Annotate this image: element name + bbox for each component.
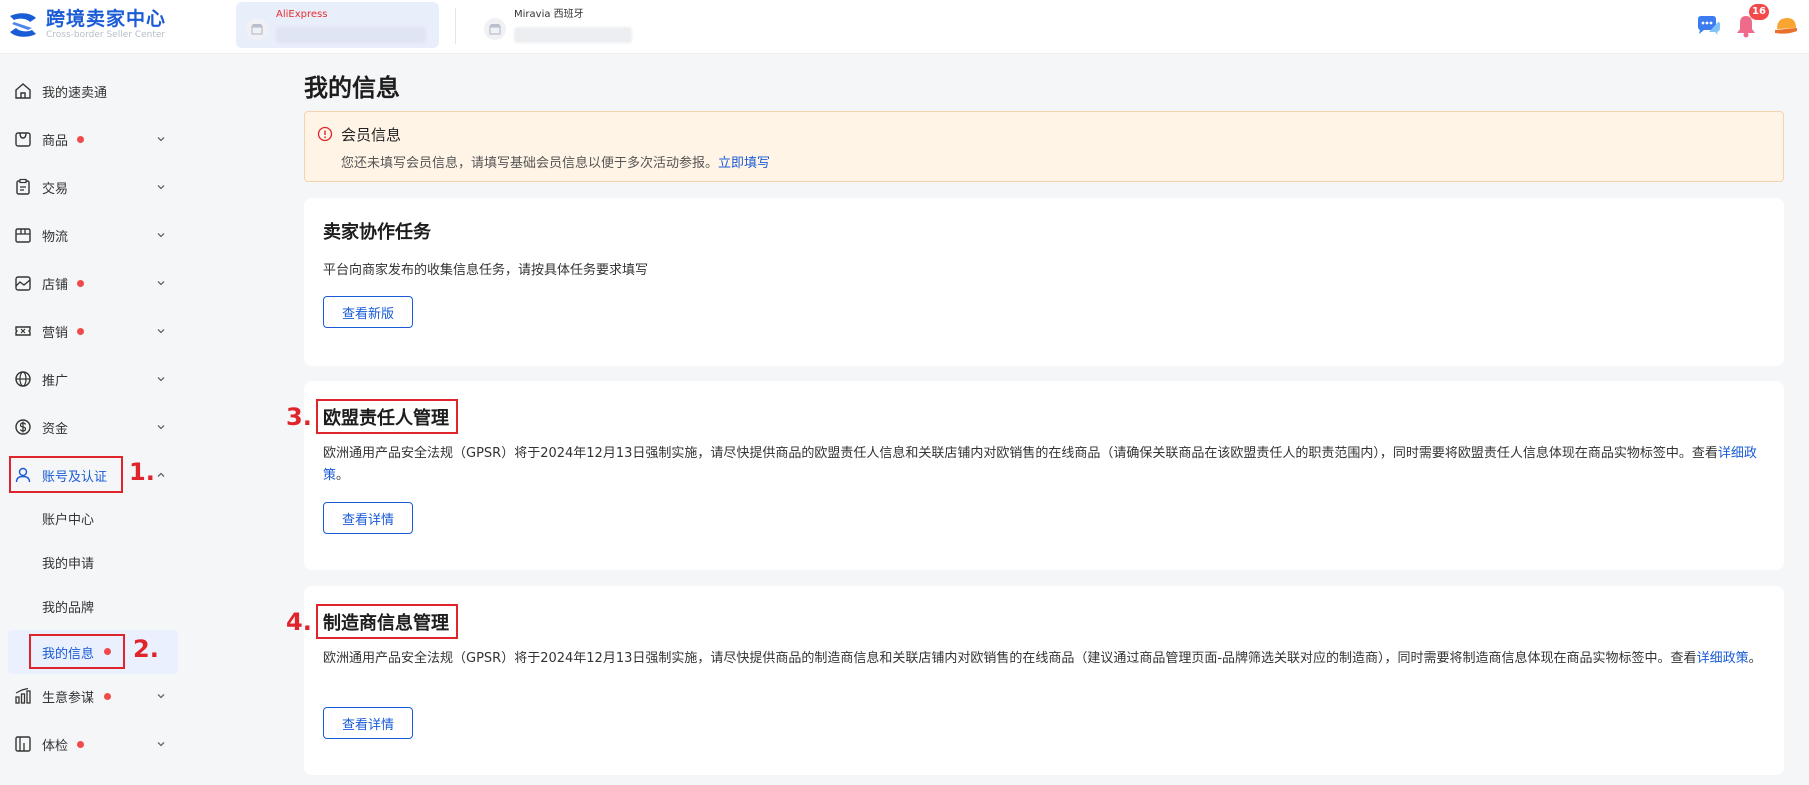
red-dot-indicator	[77, 741, 84, 748]
seller-task-card: 卖家协作任务 平台向商家发布的收集信息任务，请按具体任务要求填写 查看新版	[304, 198, 1784, 366]
box-icon	[15, 228, 31, 243]
sidebar-item-label: 生意参谋	[42, 690, 95, 706]
store-icon	[484, 18, 506, 40]
alert-title: 会员信息	[341, 126, 402, 144]
logo-mark-icon	[10, 12, 36, 37]
warning-circle-icon	[317, 126, 333, 142]
sidebar-item-label: 资金	[42, 421, 69, 437]
clipboard-icon	[16, 178, 30, 195]
chevron-down-icon	[157, 233, 165, 238]
sidebar-subitem-label: 我的申请	[42, 556, 95, 572]
annotation-marker-1: 1.	[129, 458, 155, 486]
chevron-down-icon	[157, 377, 165, 382]
sidebar-item-checkup[interactable]: 体检	[0, 726, 186, 762]
view-details-button[interactable]: 查看详情	[323, 502, 413, 534]
sidebar-item-home[interactable]: 我的速卖通	[0, 73, 186, 109]
sidebar-subitem-label: 账户中心	[42, 512, 95, 528]
member-info-alert: 会员信息 您还未填写会员信息，请填写基础会员信息以便于多次活动参报。立即填写	[304, 111, 1784, 182]
notification-badge: 16	[1749, 4, 1769, 20]
chevron-down-icon	[157, 694, 165, 699]
sidebar-item-orders[interactable]: 交易	[0, 169, 186, 205]
alert-message: 您还未填写会员信息，请填写基础会员信息以便于多次活动参报。	[341, 156, 719, 171]
card-description: 欧洲通用产品安全法规（GPSR）将于2024年12月13日强制实施，请尽快提供商…	[323, 648, 1763, 670]
card-title: 卖家协作任务	[323, 222, 431, 243]
card-description: 平台向商家发布的收集信息任务，请按具体任务要求填写	[323, 263, 649, 278]
chevron-down-icon	[157, 137, 165, 142]
card-description: 欧洲通用产品安全法规（GPSR）将于2024年12月13日强制实施，请尽快提供商…	[323, 443, 1763, 487]
annotation-marker-2: 2.	[133, 635, 159, 663]
divider	[455, 8, 456, 44]
card-description-suffix: 。	[336, 468, 350, 483]
red-dot-indicator	[77, 136, 84, 143]
user-avatar-icon[interactable]	[1773, 13, 1799, 39]
sidebar-item-logistics[interactable]: 物流	[0, 217, 186, 253]
sidebar-subitem-my-brands[interactable]: 我的品牌	[0, 589, 186, 623]
page-title: 我的信息	[304, 74, 400, 102]
annotation-box-2	[29, 634, 125, 669]
card-description-suffix: 。	[1748, 651, 1762, 666]
sidebar: 我的速卖通 商品 交易 物流 店铺 营销 推广 资金 账号及认证 1. 账户中心…	[0, 55, 186, 785]
sidebar-subitem-account-center[interactable]: 账户中心	[0, 501, 186, 535]
logo-title: 跨境卖家中心	[46, 8, 167, 30]
product-icon	[15, 132, 31, 147]
sidebar-item-label: 商品	[42, 133, 69, 149]
sidebar-item-label: 我的速卖通	[42, 85, 108, 101]
annotation-box-4	[316, 604, 458, 639]
logo[interactable]: 跨境卖家中心 Cross-border Seller Center	[6, 8, 166, 41]
shop-switch-miravia[interactable]: Miravia 西班牙	[474, 2, 654, 48]
chevron-down-icon	[157, 329, 165, 334]
sidebar-item-label: 体检	[42, 738, 69, 754]
red-dot-indicator	[104, 693, 111, 700]
store-icon	[15, 276, 31, 291]
sidebar-item-funds[interactable]: 资金	[0, 409, 186, 445]
chevron-down-icon	[157, 281, 165, 286]
annotation-box-3	[316, 399, 458, 434]
sidebar-item-marketing[interactable]: 营销	[0, 313, 186, 349]
sidebar-item-promotion[interactable]: 推广	[0, 361, 186, 397]
chevron-down-icon	[157, 425, 165, 430]
manufacturer-info-card: 制造商信息管理 欧洲通用产品安全法规（GPSR）将于2024年12月13日强制实…	[304, 586, 1784, 775]
sidebar-item-label: 交易	[42, 181, 69, 197]
sidebar-subitem-label: 我的品牌	[42, 600, 95, 616]
red-dot-indicator	[77, 328, 84, 335]
top-bar: 跨境卖家中心 Cross-border Seller Center AliExp…	[0, 0, 1809, 54]
bar-chart-icon	[15, 687, 31, 704]
dollar-icon	[15, 419, 31, 435]
ticket-icon	[15, 326, 31, 336]
sidebar-item-label: 推广	[42, 373, 69, 389]
home-icon	[15, 83, 31, 99]
sidebar-item-products[interactable]: 商品	[0, 121, 186, 157]
shop-name: Miravia 西班牙	[514, 9, 584, 20]
eu-responsible-person-card: 欧盟责任人管理 欧洲通用产品安全法规（GPSR）将于2024年12月13日强制实…	[304, 381, 1784, 570]
alert-text: 您还未填写会员信息，请填写基础会员信息以便于多次活动参报。立即填写	[341, 152, 770, 171]
annotation-marker-3: 3.	[286, 403, 312, 431]
checkup-icon	[15, 736, 31, 752]
shop-switch-aliexpress[interactable]: AliExpress	[236, 2, 439, 48]
chevron-down-icon	[157, 742, 165, 747]
annotation-marker-4: 4.	[286, 608, 312, 636]
logo-subtitle: Cross-border Seller Center	[46, 30, 166, 40]
shop-name: AliExpress	[276, 9, 328, 20]
chevron-up-icon	[157, 472, 165, 477]
chat-icon[interactable]	[1695, 13, 1721, 39]
sidebar-item-business-advisor[interactable]: 生意参谋	[0, 678, 186, 714]
policy-details-link[interactable]: 详细政策	[1697, 651, 1749, 666]
sidebar-subitem-my-applications[interactable]: 我的申请	[0, 545, 186, 579]
annotation-box-1	[9, 456, 123, 493]
shop-account-blurred	[276, 27, 426, 43]
fill-now-link[interactable]: 立即填写	[718, 156, 770, 171]
sidebar-item-label: 店铺	[42, 277, 69, 293]
globe-icon	[15, 371, 31, 387]
view-new-version-button[interactable]: 查看新版	[323, 296, 413, 328]
view-details-button[interactable]: 查看详情	[323, 707, 413, 739]
store-icon	[246, 18, 268, 40]
sidebar-item-label: 物流	[42, 229, 69, 245]
shop-account-blurred	[514, 27, 632, 43]
card-description-text: 欧洲通用产品安全法规（GPSR）将于2024年12月13日强制实施，请尽快提供商…	[323, 446, 1718, 461]
red-dot-indicator	[77, 280, 84, 287]
chevron-down-icon	[157, 185, 165, 190]
sidebar-item-label: 营销	[42, 325, 69, 341]
card-description-text: 欧洲通用产品安全法规（GPSR）将于2024年12月13日强制实施，请尽快提供商…	[323, 651, 1697, 666]
sidebar-item-store[interactable]: 店铺	[0, 265, 186, 301]
